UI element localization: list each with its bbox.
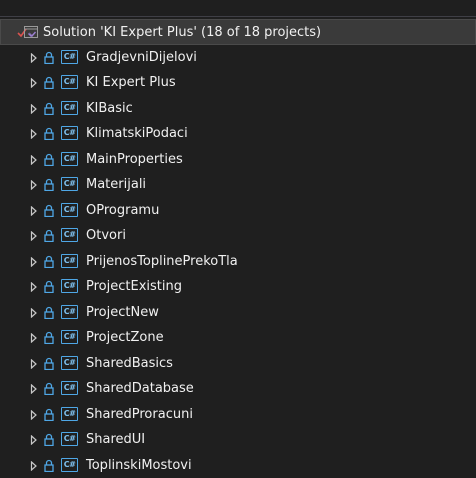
project-node[interactable]: C# ProjectNew <box>0 300 476 326</box>
project-label: SharedDatabase <box>86 376 194 402</box>
lock-icon <box>44 280 54 293</box>
lock-icon <box>44 102 54 115</box>
csharp-project-icon: C# <box>61 381 78 395</box>
project-label: SharedBasics <box>86 351 173 377</box>
project-node[interactable]: C# KIBasic <box>0 96 476 122</box>
expand-arrow-icon[interactable] <box>30 129 38 139</box>
project-label: PrijenosToplinePrekoTla <box>86 249 238 275</box>
solution-node[interactable]: Solution 'KI Expert Plus' (18 of 18 proj… <box>0 19 476 45</box>
project-node[interactable]: C# KlimatskiPodaci <box>0 121 476 147</box>
expand-arrow-icon[interactable] <box>30 257 38 267</box>
solution-icon <box>23 24 39 40</box>
project-label: KlimatskiPodaci <box>86 121 188 147</box>
expand-arrow-icon[interactable] <box>30 155 38 165</box>
lock-icon <box>44 433 54 446</box>
lock-icon <box>44 459 54 472</box>
project-label: Materijali <box>86 172 146 198</box>
project-node[interactable]: C# Otvori <box>0 223 476 249</box>
lock-icon <box>44 357 54 370</box>
project-label: KIBasic <box>86 96 133 122</box>
project-label: KI Expert Plus <box>86 70 176 96</box>
project-label: ProjectNew <box>86 300 159 326</box>
lock-icon <box>44 204 54 217</box>
lock-icon <box>44 51 54 64</box>
csharp-project-icon: C# <box>61 305 78 319</box>
project-node[interactable]: C# ProjectZone <box>0 325 476 351</box>
lock-icon <box>44 153 54 166</box>
expand-arrow-icon[interactable] <box>30 53 38 63</box>
csharp-project-icon: C# <box>61 75 78 89</box>
expand-arrow-icon[interactable] <box>30 206 38 216</box>
csharp-project-icon: C# <box>61 126 78 140</box>
project-label: ProjectZone <box>86 325 164 351</box>
lock-icon <box>44 229 54 242</box>
csharp-project-icon: C# <box>61 458 78 472</box>
expand-arrow-icon[interactable] <box>30 461 38 471</box>
expand-arrow-icon[interactable] <box>30 104 38 114</box>
lock-icon <box>44 127 54 140</box>
csharp-project-icon: C# <box>61 203 78 217</box>
csharp-project-icon: C# <box>61 279 78 293</box>
solution-explorer-tree: Solution 'KI Expert Plus' (18 of 18 proj… <box>0 19 476 478</box>
project-node[interactable]: C# KI Expert Plus <box>0 70 476 96</box>
project-label: ToplinskiMostovi <box>86 453 192 478</box>
project-node[interactable]: C# SharedBasics <box>0 351 476 377</box>
lock-icon <box>44 76 54 89</box>
expand-arrow-icon[interactable] <box>30 78 38 88</box>
expand-arrow-icon[interactable] <box>30 282 38 292</box>
project-node[interactable]: C# GradjevniDijelovi <box>0 45 476 71</box>
lock-icon <box>44 408 54 421</box>
panel-top-edge <box>0 0 476 17</box>
project-node[interactable]: C# OProgramu <box>0 198 476 224</box>
csharp-project-icon: C# <box>61 407 78 421</box>
project-label: OProgramu <box>86 198 159 224</box>
project-node[interactable]: C# ProjectExisting <box>0 274 476 300</box>
csharp-project-icon: C# <box>61 330 78 344</box>
project-label: SharedUI <box>86 427 145 453</box>
csharp-project-icon: C# <box>61 432 78 446</box>
expand-arrow-icon[interactable] <box>30 359 38 369</box>
csharp-project-icon: C# <box>61 228 78 242</box>
solution-label: Solution 'KI Expert Plus' (18 of 18 proj… <box>43 20 321 45</box>
csharp-project-icon: C# <box>61 356 78 370</box>
project-node[interactable]: C# MainProperties <box>0 147 476 173</box>
project-node[interactable]: C# SharedDatabase <box>0 376 476 402</box>
csharp-project-icon: C# <box>61 254 78 268</box>
csharp-project-icon: C# <box>61 152 78 166</box>
csharp-project-icon: C# <box>61 177 78 191</box>
csharp-project-icon: C# <box>61 101 78 115</box>
project-node[interactable]: C# ToplinskiMostovi <box>0 453 476 478</box>
expand-arrow-icon[interactable] <box>30 410 38 420</box>
project-node[interactable]: C# PrijenosToplinePrekoTla <box>0 249 476 275</box>
project-node[interactable]: C# SharedUI <box>0 427 476 453</box>
expand-arrow-icon[interactable] <box>30 308 38 318</box>
expand-arrow-icon[interactable] <box>30 231 38 241</box>
project-label: ProjectExisting <box>86 274 182 300</box>
project-label: SharedProracuni <box>86 402 193 428</box>
project-label: Otvori <box>86 223 126 249</box>
expand-arrow-icon[interactable] <box>30 333 38 343</box>
lock-icon <box>44 331 54 344</box>
csharp-project-icon: C# <box>61 50 78 64</box>
lock-icon <box>44 382 54 395</box>
project-label: GradjevniDijelovi <box>86 45 197 71</box>
expand-arrow-icon[interactable] <box>30 180 38 190</box>
project-label: MainProperties <box>86 147 183 173</box>
lock-icon <box>44 178 54 191</box>
expand-arrow-icon[interactable] <box>30 435 38 445</box>
expand-arrow-icon[interactable] <box>30 384 38 394</box>
lock-icon <box>44 306 54 319</box>
lock-icon <box>44 255 54 268</box>
project-node[interactable]: C# SharedProracuni <box>0 402 476 428</box>
project-node[interactable]: C# Materijali <box>0 172 476 198</box>
